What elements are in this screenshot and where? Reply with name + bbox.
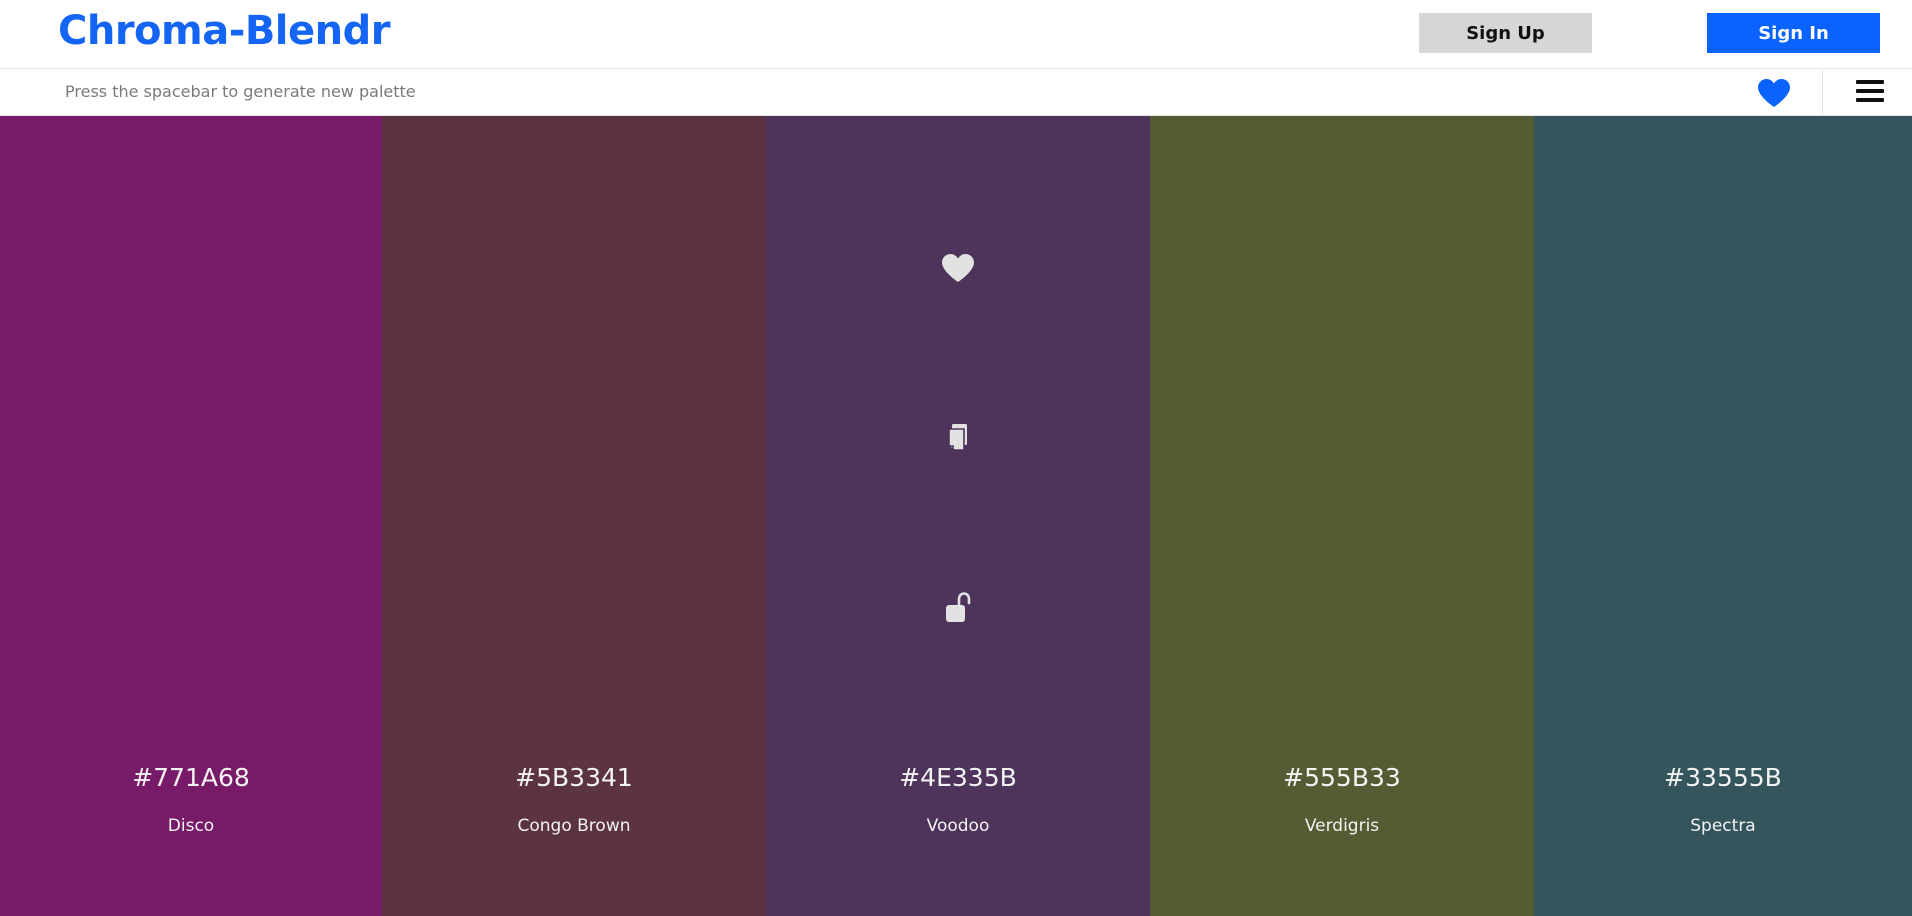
heart-icon[interactable] — [941, 253, 975, 283]
top-header: Chroma-Blendr Sign Up Sign In — [0, 0, 1912, 69]
color-swatch[interactable]: #771A68 Disco — [0, 116, 382, 916]
swatch-hex[interactable]: #5B3341 — [382, 763, 766, 792]
unlock-icon[interactable] — [944, 592, 972, 624]
swatch-hex[interactable]: #555B33 — [1150, 763, 1534, 792]
sign-up-button[interactable]: Sign Up — [1419, 13, 1592, 53]
sign-in-button[interactable]: Sign In — [1707, 13, 1880, 53]
swatch-hex[interactable]: #4E335B — [766, 763, 1150, 792]
swatch-color-name: Disco — [167, 816, 215, 836]
color-swatch[interactable]: #4E335B Voodoo — [766, 116, 1150, 916]
swatch-color-name: Voodoo — [926, 816, 990, 836]
hamburger-menu-icon[interactable] — [1856, 80, 1884, 106]
swatch-color-name: Verdigris — [1304, 816, 1380, 836]
swatch-color-name: Spectra — [1690, 816, 1756, 836]
color-swatch[interactable]: #555B33 Verdigris — [1150, 116, 1534, 916]
heart-icon[interactable] — [1757, 78, 1791, 108]
app-logo[interactable]: Chroma-Blendr — [58, 8, 390, 54]
swatch-color-name: Congo Brown — [517, 816, 631, 836]
color-swatch[interactable]: #33555B Spectra — [1534, 116, 1912, 916]
palette-toolbar: Press the spacebar to generate new palet… — [0, 70, 1912, 116]
color-swatch[interactable]: #5B3341 Congo Brown — [382, 116, 766, 916]
swatch-hex[interactable]: #771A68 — [0, 763, 382, 792]
spacebar-hint: Press the spacebar to generate new palet… — [65, 82, 416, 101]
color-palette: #771A68 Disco #5B3341 Congo Brown #4E335… — [0, 116, 1912, 916]
copy-icon[interactable] — [945, 423, 971, 453]
swatch-hex[interactable]: #33555B — [1534, 763, 1912, 792]
toolbar-divider — [1822, 70, 1823, 116]
